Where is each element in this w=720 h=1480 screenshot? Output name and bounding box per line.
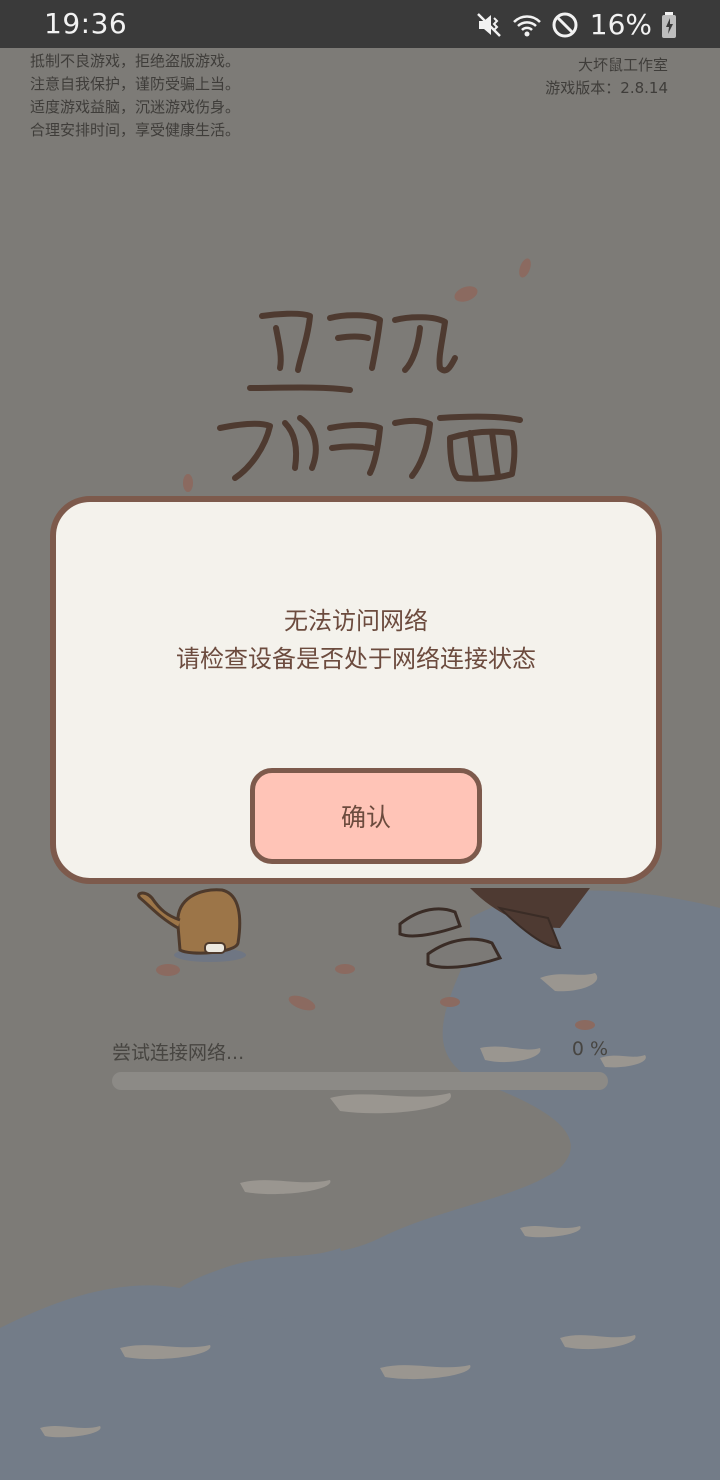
loading-percent: 0 % — [571, 1038, 608, 1060]
battery-percent: 16% — [589, 8, 652, 41]
health-notice-line: 抵制不良游戏，拒绝盗版游戏。 — [30, 52, 241, 70]
cat-illustration — [137, 888, 246, 962]
dialog-title: 无法访问网络 — [284, 607, 428, 635]
status-bar: 19:36 16% — [0, 0, 720, 48]
do-not-disturb-icon — [552, 12, 578, 37]
game-logo — [217, 310, 523, 482]
status-time: 19:36 — [44, 7, 128, 40]
mute-vibrate-icon — [476, 12, 501, 37]
health-notice-line: 合理安排时间，享受健康生活。 — [30, 121, 241, 139]
health-notice-line: 注意自我保护，谨防受骗上当。 — [30, 75, 241, 93]
dialog-detail: 请检查设备是否处于网络连接状态 — [176, 645, 536, 673]
status-icons: 16% — [474, 8, 678, 41]
health-notice-line: 适度游戏益脑，沉迷游戏伤身。 — [30, 98, 241, 116]
dialog-message: 无法访问网络 请检查设备是否处于网络连接状态 — [56, 602, 656, 678]
confirm-button[interactable]: 确认 — [250, 768, 482, 864]
loading-progress-bar — [112, 1072, 608, 1090]
battery-charging-icon — [662, 11, 676, 38]
health-notice: 抵制不良游戏，拒绝盗版游戏。 注意自我保护，谨防受骗上当。 适度游戏益脑，沉迷游… — [30, 50, 240, 142]
studio-name: 大坏鼠工作室 — [577, 56, 668, 74]
loading-label: 尝试连接网络... — [112, 1042, 245, 1064]
wifi-icon — [512, 14, 541, 36]
studio-info: 大坏鼠工作室 游戏版本：2.8.14 — [545, 54, 668, 100]
game-version: 游戏版本：2.8.14 — [545, 79, 668, 97]
network-error-dialog: 无法访问网络 请检查设备是否处于网络连接状态 确认 — [50, 496, 662, 884]
